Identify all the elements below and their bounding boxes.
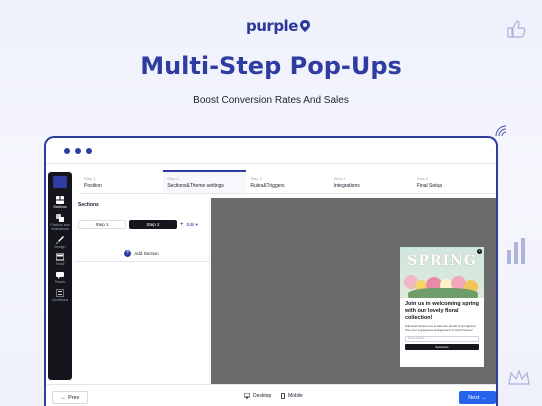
panel-title: Sections: [78, 202, 99, 208]
layers-icon: [56, 213, 64, 222]
conditions-icon: [56, 289, 64, 298]
step-name: Sections&Theme settings: [167, 183, 224, 189]
thumbs-up-icon: [507, 20, 526, 38]
tab-position[interactable]: Step 1 Position: [80, 170, 163, 193]
popup-description: Add fresh flower now to take the arrival…: [405, 324, 476, 333]
popup-email-input[interactable]: Email address: [405, 336, 479, 343]
tab-rules-triggers[interactable]: Step 3 Rules&Triggers: [246, 170, 329, 193]
preview-canvas: SPRING × Join us in welcoming spring wit…: [211, 198, 496, 384]
sidebar: Sections Position and Animations Design …: [48, 172, 72, 380]
step-navigation: Step 1 Position Step 2 Sections&Theme se…: [80, 170, 496, 194]
editor-app: Sections Position and Animations Design …: [46, 164, 496, 406]
close-icon[interactable]: ×: [477, 249, 482, 254]
next-label: Next: [468, 394, 480, 401]
sidebar-item-label: Conditions: [51, 298, 69, 303]
popup-body: Join us in welcoming spring with our lov…: [400, 298, 484, 353]
browser-frame: Sections Position and Animations Design …: [44, 136, 498, 406]
step-number: Step 4: [333, 176, 346, 181]
sections-panel: Sections Step 1 Step 2 + Edit ▾ + Add Se…: [74, 198, 210, 382]
leaf-decoration: [408, 288, 478, 298]
mobile-label: Mobile: [288, 393, 303, 399]
add-section-label: Add Section: [134, 251, 159, 256]
step-number: Step 5: [416, 176, 429, 181]
window-controls: [46, 138, 496, 164]
popup-step-tabs: Step 1 Step 2 + Edit ▾: [74, 212, 209, 229]
purple-logo: purple: [246, 15, 311, 37]
next-button[interactable]: Next →: [459, 391, 496, 404]
desktop-toggle[interactable]: Desktop: [244, 393, 271, 399]
popup-hero-image: SPRING ×: [400, 247, 484, 298]
popup-step-2-tab[interactable]: Step 2: [129, 220, 177, 229]
logo-text: purple: [246, 17, 298, 35]
sidebar-item-sections[interactable]: Sections: [48, 196, 72, 210]
page-subtitle: Boost Conversion Rates And Sales: [193, 95, 349, 106]
sidebar-item-design[interactable]: Design: [48, 235, 72, 250]
sidebar-item-label: Position and Animations: [50, 222, 70, 231]
sidebar-item-teaser[interactable]: Teaser: [48, 271, 72, 285]
sidebar-item-email[interactable]: Email: [48, 253, 72, 267]
step-name: Rules&Triggers: [250, 183, 285, 189]
page-title: Multi-Step Pop-Ups: [140, 52, 402, 80]
add-section-button[interactable]: + Add Section: [74, 250, 209, 262]
arrow-right-icon: →: [481, 394, 487, 401]
step-name: Integrations: [333, 183, 360, 189]
sidebar-item-label: Sections: [53, 205, 67, 209]
brush-icon: [56, 235, 64, 244]
popup-heading: Join us in welcoming spring with our lov…: [405, 301, 479, 322]
popup-preview: SPRING × Join us in welcoming spring wit…: [400, 247, 484, 367]
mobile-toggle[interactable]: Mobile: [281, 393, 303, 399]
step-number: Step 1: [84, 176, 96, 181]
popup-subscribe-button[interactable]: Subscribe: [405, 344, 479, 351]
prev-label: Prev: [68, 394, 80, 401]
tab-integrations[interactable]: Step 4 Integrations: [330, 170, 413, 193]
desktop-label: Desktop: [253, 393, 272, 399]
email-icon: [56, 253, 64, 261]
popup-image-text: SPRING: [407, 253, 477, 269]
step-number: Step 2: [167, 176, 179, 181]
wifi-waves-icon: [495, 125, 507, 137]
add-step-button[interactable]: +: [180, 222, 184, 228]
window-dot: [86, 147, 92, 154]
mobile-icon: [281, 393, 285, 399]
sections-icon: [56, 196, 64, 204]
pin-icon: [299, 20, 310, 32]
bar-chart-icon: [507, 238, 525, 264]
arrow-left-icon: ←: [60, 394, 67, 401]
sidebar-item-position[interactable]: Position and Animations: [48, 213, 72, 232]
desktop-icon: [244, 393, 250, 399]
tab-final-setup[interactable]: Step 5 Final Setup: [413, 170, 496, 193]
step-name: Final Setup: [416, 183, 443, 189]
app-logo: [53, 176, 67, 188]
bottom-bar: ← Prev Desktop Mobile Next →: [46, 384, 496, 406]
window-dot: [75, 147, 81, 154]
crown-icon: [508, 369, 530, 385]
sidebar-item-conditions[interactable]: Conditions: [48, 289, 72, 303]
teaser-icon: [56, 272, 64, 280]
sidebar-item-label: Email: [55, 262, 65, 267]
step-name: Position: [84, 183, 102, 189]
sidebar-item-label: Teaser: [54, 280, 66, 285]
tab-sections-theme[interactable]: Step 2 Sections&Theme settings: [163, 170, 247, 193]
edit-dropdown[interactable]: Edit ▾: [187, 222, 198, 228]
sidebar-item-label: Design: [54, 244, 66, 249]
window-dot: [64, 147, 70, 154]
prev-button[interactable]: ← Prev: [52, 391, 88, 404]
step-number: Step 3: [250, 176, 262, 181]
popup-step-1-tab[interactable]: Step 1: [78, 220, 126, 229]
plus-icon: +: [124, 250, 132, 257]
